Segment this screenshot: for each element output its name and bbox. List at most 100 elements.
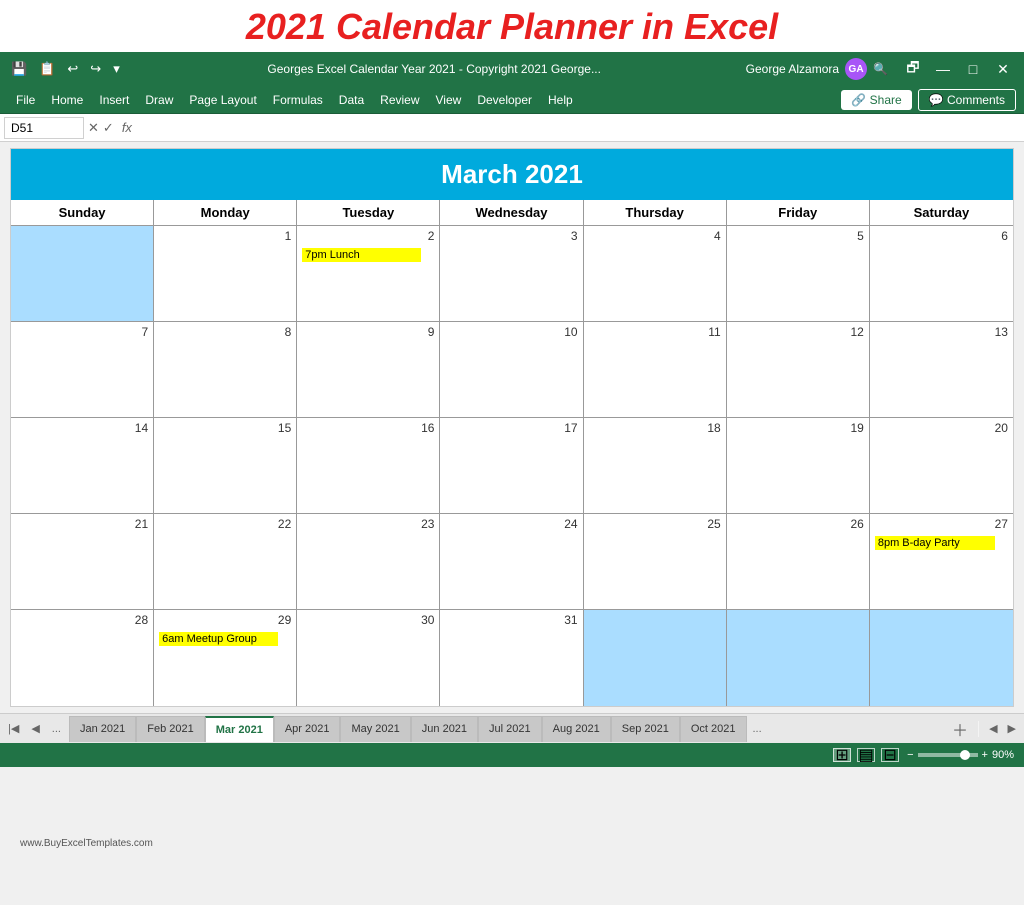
sheet-tab-aug-2021[interactable]: Aug 2021 bbox=[542, 716, 611, 742]
cell-reference[interactable] bbox=[4, 117, 84, 139]
menu-draw[interactable]: Draw bbox=[137, 90, 181, 110]
calendar-cell-w1-d4[interactable]: 3 bbox=[440, 226, 583, 321]
menu-formulas[interactable]: Formulas bbox=[265, 90, 331, 110]
zoom-in-button[interactable]: + bbox=[982, 749, 988, 761]
menu-view[interactable]: View bbox=[428, 90, 470, 110]
menu-developer[interactable]: Developer bbox=[469, 90, 540, 110]
menu-help[interactable]: Help bbox=[540, 90, 581, 110]
calendar-cell-w4-d1[interactable]: 21 bbox=[11, 514, 154, 609]
cancel-formula-icon[interactable]: ✕ bbox=[88, 120, 99, 136]
sheet-tab-sep-2021[interactable]: Sep 2021 bbox=[611, 716, 680, 742]
scroll-right-button[interactable]: ▶ bbox=[1004, 720, 1020, 737]
formula-input[interactable] bbox=[140, 119, 1020, 137]
calendar-grid: 127pm Lunch34567891011121314151617181920… bbox=[11, 226, 1013, 706]
sheet-tab-more[interactable]: ... bbox=[747, 723, 768, 735]
calendar-cell-w3-d7[interactable]: 20 bbox=[870, 418, 1013, 513]
menu-home[interactable]: Home bbox=[43, 90, 91, 110]
menu-data[interactable]: Data bbox=[331, 90, 372, 110]
calendar-cell-w1-d6[interactable]: 5 bbox=[727, 226, 870, 321]
comments-button[interactable]: 💬 Comments bbox=[918, 89, 1016, 111]
calendar-cell-w5-d4[interactable]: 31 bbox=[440, 610, 583, 706]
close-button[interactable]: ✕ bbox=[990, 58, 1016, 80]
day-number-w2-d3: 9 bbox=[302, 325, 434, 341]
calendar-cell-w3-d3[interactable]: 16 bbox=[297, 418, 440, 513]
day-number-w2-d4: 10 bbox=[445, 325, 577, 341]
sheet-tab-may-2021[interactable]: May 2021 bbox=[340, 716, 410, 742]
zoom-out-button[interactable]: − bbox=[907, 749, 913, 761]
page-break-view-button[interactable]: ⊟ bbox=[881, 748, 899, 762]
calendar-cell-w2-d6[interactable]: 12 bbox=[727, 322, 870, 417]
save-icon[interactable]: 💾 bbox=[8, 59, 30, 79]
calendar-cell-w3-d4[interactable]: 17 bbox=[440, 418, 583, 513]
sheet-tab-jun-2021[interactable]: Jun 2021 bbox=[411, 716, 478, 742]
calendar-event-w5-d2[interactable]: 6am Meetup Group bbox=[159, 632, 278, 646]
menu-page-layout[interactable]: Page Layout bbox=[181, 90, 264, 110]
calendar-cell-w1-d1[interactable] bbox=[11, 226, 154, 321]
confirm-formula-icon[interactable]: ✓ bbox=[103, 120, 114, 136]
calendar-cell-w1-d5[interactable]: 4 bbox=[584, 226, 727, 321]
calendar-cell-w2-d5[interactable]: 11 bbox=[584, 322, 727, 417]
search-icon[interactable]: 🔍 bbox=[873, 62, 888, 76]
calendar-cell-w5-d2[interactable]: 296am Meetup Group bbox=[154, 610, 297, 706]
calendar-event-w1-d3[interactable]: 7pm Lunch bbox=[302, 248, 421, 262]
calendar-cell-w2-d4[interactable]: 10 bbox=[440, 322, 583, 417]
calendar-cell-w4-d7[interactable]: 278pm B-day Party bbox=[870, 514, 1013, 609]
calendar-cell-w2-d1[interactable]: 7 bbox=[11, 322, 154, 417]
tab-scroll-first[interactable]: |◀ bbox=[4, 720, 23, 737]
calendar-container: March 2021 Sunday Monday Tuesday Wednesd… bbox=[10, 148, 1014, 707]
sheet-tab-feb-2021[interactable]: Feb 2021 bbox=[136, 716, 204, 742]
menu-file[interactable]: File bbox=[8, 90, 43, 110]
window-controls: 🗗 — □ ✕ bbox=[900, 58, 1016, 80]
status-right: ⊞ ▤ ⊟ − + 90% bbox=[833, 748, 1014, 762]
normal-view-button[interactable]: ⊞ bbox=[833, 748, 851, 762]
sheet-tab-mar-2021[interactable]: Mar 2021 bbox=[205, 716, 274, 742]
calendar-event-w4-d7[interactable]: 8pm B-day Party bbox=[875, 536, 995, 550]
menu-review[interactable]: Review bbox=[372, 90, 427, 110]
calendar-cell-w2-d3[interactable]: 9 bbox=[297, 322, 440, 417]
calendar-cell-w1-d3[interactable]: 2 7pm Lunch bbox=[297, 226, 440, 321]
redo-icon[interactable]: ↪ bbox=[87, 59, 104, 79]
zoom-slider[interactable] bbox=[918, 753, 978, 757]
calendar-cell-w4-d5[interactable]: 25 bbox=[584, 514, 727, 609]
maximize-button[interactable]: □ bbox=[960, 58, 986, 80]
save-icon2[interactable]: 📋 bbox=[36, 59, 58, 79]
day-header-thursday: Thursday bbox=[584, 200, 727, 225]
day-number-w1-d4: 3 bbox=[445, 229, 577, 245]
calendar-cell-w4-d2[interactable]: 22 bbox=[154, 514, 297, 609]
calendar-cell-w5-d6[interactable] bbox=[727, 610, 870, 706]
sheet-tab-jan-2021[interactable]: Jan 2021 bbox=[69, 716, 136, 742]
sheet-tab-jul-2021[interactable]: Jul 2021 bbox=[478, 716, 542, 742]
calendar-cell-w3-d1[interactable]: 14 bbox=[11, 418, 154, 513]
calendar-cell-w5-d5[interactable] bbox=[584, 610, 727, 706]
sheet-tab-apr-2021[interactable]: Apr 2021 bbox=[274, 716, 341, 742]
minimize-button[interactable]: — bbox=[930, 58, 956, 80]
page-layout-view-button[interactable]: ▤ bbox=[857, 748, 875, 762]
calendar-cell-w1-d2[interactable]: 1 bbox=[154, 226, 297, 321]
calendar-cell-w4-d4[interactable]: 24 bbox=[440, 514, 583, 609]
calendar-cell-w3-d5[interactable]: 18 bbox=[584, 418, 727, 513]
tab-scroll-prev[interactable]: ◀ bbox=[27, 720, 43, 737]
day-number-w1-d3: 2 bbox=[302, 229, 434, 245]
calendar-cell-w2-d2[interactable]: 8 bbox=[154, 322, 297, 417]
day-number-w3-d7: 20 bbox=[875, 421, 1008, 437]
add-sheet-button[interactable]: ＋ bbox=[948, 717, 972, 741]
tab-more-left[interactable]: ... bbox=[48, 721, 65, 737]
share-button[interactable]: 🔗 Share bbox=[841, 90, 911, 110]
menu-insert[interactable]: Insert bbox=[91, 90, 137, 110]
calendar-cell-w4-d3[interactable]: 23 bbox=[297, 514, 440, 609]
restore-window-button[interactable]: 🗗 bbox=[900, 58, 926, 80]
scroll-left-button[interactable]: ◀ bbox=[985, 720, 1001, 737]
calendar-cell-w5-d1[interactable]: 28 bbox=[11, 610, 154, 706]
sheet-tab-oct-2021[interactable]: Oct 2021 bbox=[680, 716, 747, 742]
calendar-cell-w4-d6[interactable]: 26 bbox=[727, 514, 870, 609]
calendar-cell-w3-d2[interactable]: 15 bbox=[154, 418, 297, 513]
undo-icon[interactable]: ↩ bbox=[64, 59, 81, 79]
zoom-slider-thumb[interactable] bbox=[960, 750, 970, 760]
day-number-w2-d7: 13 bbox=[875, 325, 1008, 341]
calendar-cell-w5-d3[interactable]: 30 bbox=[297, 610, 440, 706]
calendar-cell-w2-d7[interactable]: 13 bbox=[870, 322, 1013, 417]
calendar-cell-w3-d6[interactable]: 19 bbox=[727, 418, 870, 513]
calendar-cell-w5-d7[interactable] bbox=[870, 610, 1013, 706]
dropdown-icon[interactable]: ▾ bbox=[110, 59, 123, 79]
calendar-cell-w1-d7[interactable]: 6 bbox=[870, 226, 1013, 321]
